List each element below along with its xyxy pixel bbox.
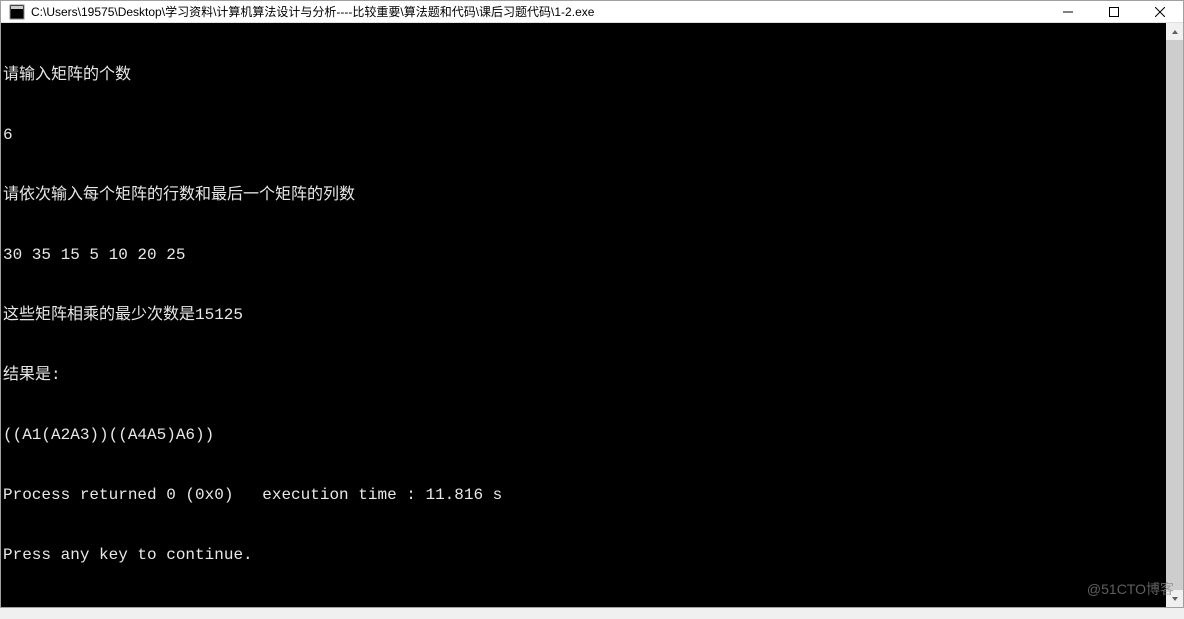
watermark: @51CTO博客 [1087,579,1174,599]
output-line: 结果是: [3,365,1166,385]
output-line: 请输入矩阵的个数 [3,65,1166,85]
output-line: Press any key to continue. [3,545,1166,565]
content-wrap: 请输入矩阵的个数 6 请依次输入每个矩阵的行数和最后一个矩阵的列数 30 35 … [1,23,1183,607]
titlebar[interactable]: C:\Users\19575\Desktop\学习资料\计算机算法设计与分析--… [1,1,1183,23]
close-button[interactable] [1137,1,1183,22]
scroll-thumb[interactable] [1166,40,1183,590]
scroll-up-button[interactable] [1166,23,1183,40]
console-output[interactable]: 请输入矩阵的个数 6 请依次输入每个矩阵的行数和最后一个矩阵的列数 30 35 … [1,23,1166,607]
console-window: C:\Users\19575\Desktop\学习资料\计算机算法设计与分析--… [0,0,1184,608]
vertical-scrollbar[interactable] [1166,23,1183,607]
output-line: Process returned 0 (0x0) execution time … [3,485,1166,505]
output-line: 这些矩阵相乘的最少次数是15125 [3,305,1166,325]
output-line: 30 35 15 5 10 20 25 [3,245,1166,265]
scroll-track[interactable] [1166,40,1183,590]
window-controls [1045,1,1183,22]
output-line: 6 [3,125,1166,145]
window-title: C:\Users\19575\Desktop\学习资料\计算机算法设计与分析--… [31,3,1045,20]
minimize-button[interactable] [1045,1,1091,22]
output-line: 请依次输入每个矩阵的行数和最后一个矩阵的列数 [3,185,1166,205]
output-line: ((A1(A2A3))((A4A5)A6)) [3,425,1166,445]
app-icon [9,4,25,20]
maximize-button[interactable] [1091,1,1137,22]
